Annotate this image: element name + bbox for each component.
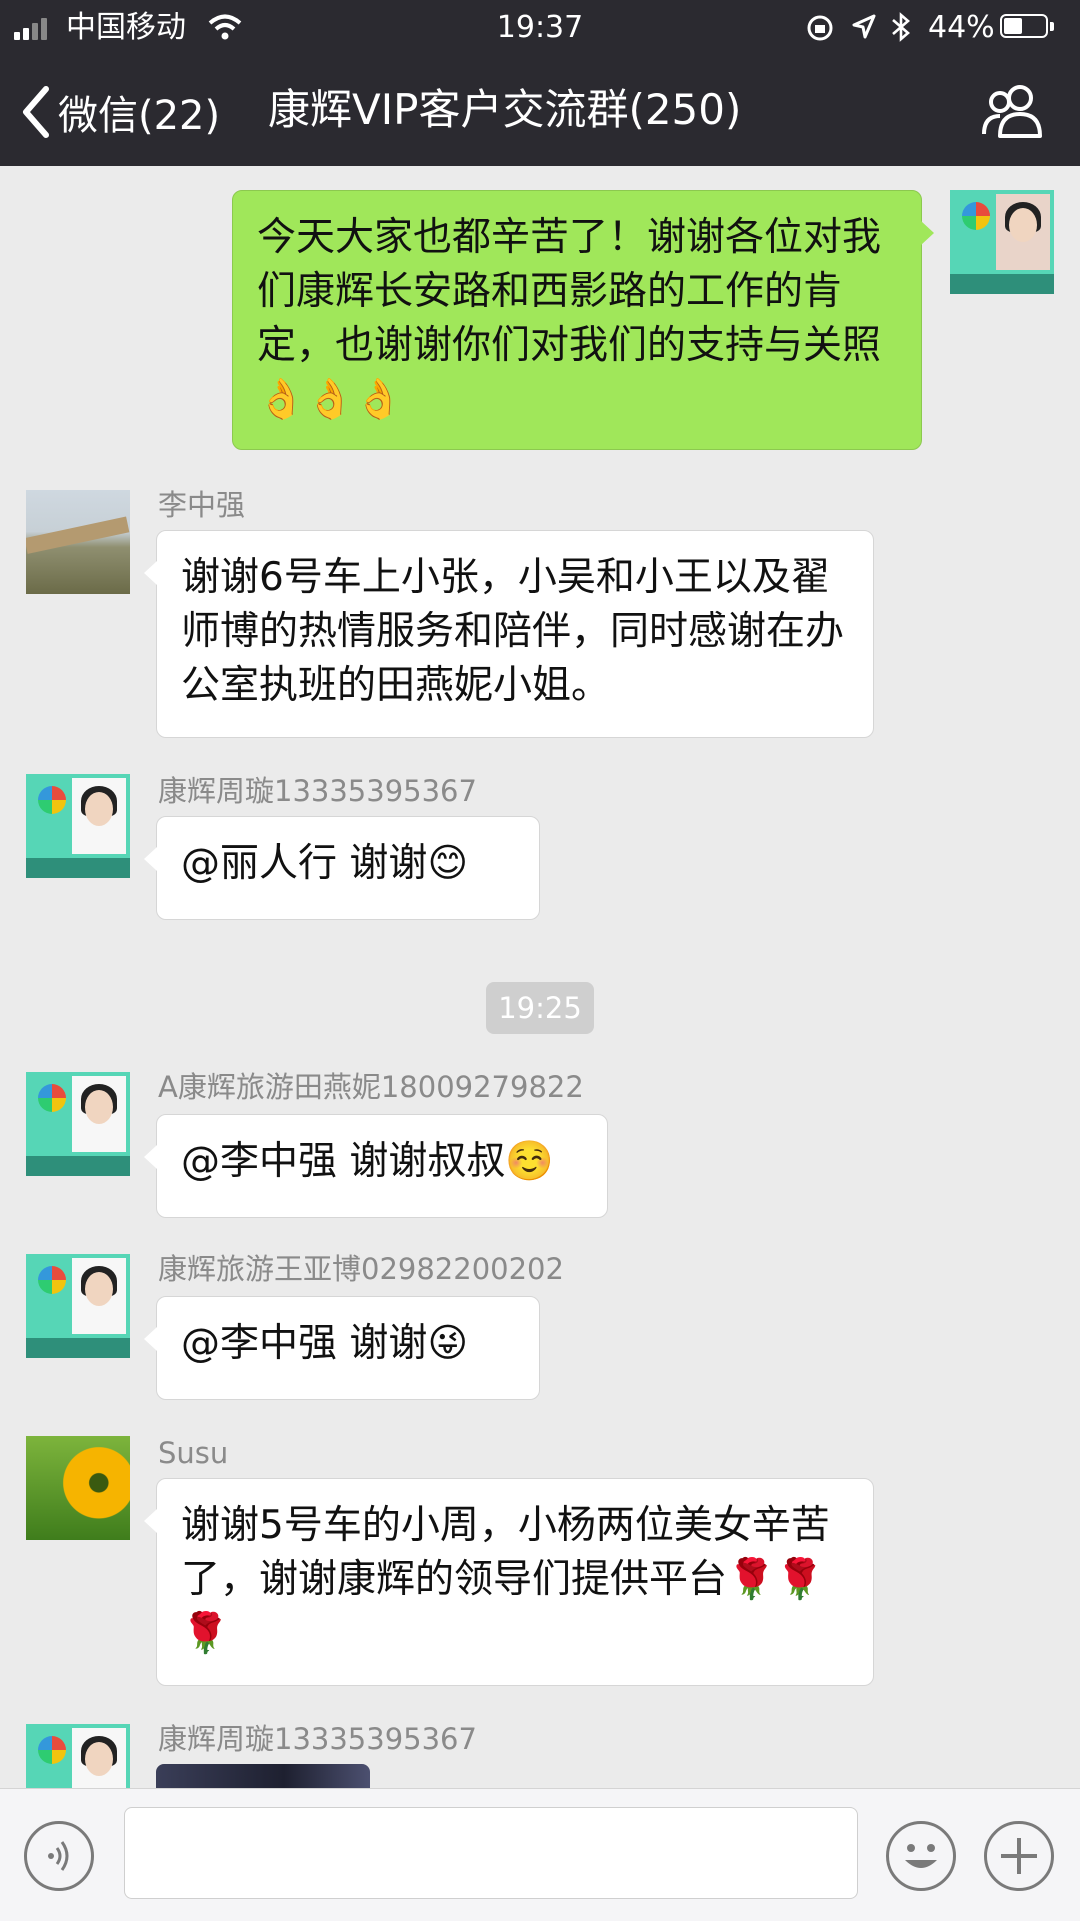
more-button[interactable] <box>984 1821 1054 1891</box>
bluetooth-icon <box>892 12 910 42</box>
back-label: 微信(22) <box>58 93 221 139</box>
page-title: 康辉VIP客户交流群(250) <box>268 85 742 134</box>
emoji-button[interactable] <box>886 1821 956 1891</box>
group-members-button[interactable] <box>980 82 1044 142</box>
message-text: @丽人行 谢谢😊 <box>181 841 469 886</box>
timestamp: 19:25 <box>486 982 594 1034</box>
avatar-tian-yanni[interactable] <box>26 1072 130 1176</box>
location-icon <box>852 14 876 39</box>
avatar-zhou-xuan[interactable] <box>26 1724 130 1788</box>
message-text: 谢谢5号车的小周，小杨两位美女辛苦了，谢谢康辉的领导们提供平台🌹🌹🌹 <box>181 1503 830 1656</box>
message-bubble-incoming[interactable]: @李中强 谢谢😜 <box>144 1296 540 1400</box>
voice-icon <box>48 1841 69 1871</box>
message-text: @李中强 谢谢叔叔☺️ <box>181 1139 554 1184</box>
message-text: 谢谢6号车上小张，小吴和小王以及翟师博的热情服务和陪伴，同时感谢在办公室执班的田… <box>181 555 845 708</box>
sender-name: Susu <box>158 1436 229 1470</box>
sender-name: A康辉旅游田燕妮18009279822 <box>158 1070 584 1104</box>
avatar-susu[interactable] <box>26 1436 130 1540</box>
nav-bar: 微信(22) 康辉VIP客户交流群(250) <box>0 56 1080 166</box>
message-bubble-incoming[interactable]: @李中强 谢谢叔叔☺️ <box>144 1114 608 1218</box>
plus-icon <box>1001 1838 1037 1874</box>
avatar-self[interactable] <box>950 190 1054 294</box>
clock: 19:37 <box>496 10 584 45</box>
sender-name: 康辉周璇13335395367 <box>158 774 477 808</box>
message-bubble-outgoing[interactable]: 今天大家也都辛苦了！谢谢各位对我们康辉长安路和西影路的工作的肯定，也谢谢你们对我… <box>232 190 934 450</box>
voice-button[interactable] <box>24 1821 94 1891</box>
rotation-lock-icon <box>807 15 833 41</box>
chevron-left-icon <box>23 86 49 138</box>
back-button[interactable]: 微信(22) <box>20 80 220 144</box>
avatar-wang-yabo[interactable] <box>26 1254 130 1358</box>
status-bar: 中国移动 19:37 44% <box>0 0 1080 56</box>
message-bubble-incoming[interactable]: 谢谢5号车的小周，小杨两位美女辛苦了，谢谢康辉的领导们提供平台🌹🌹🌹 <box>144 1478 874 1686</box>
message-text: 今天大家也都辛苦了！谢谢各位对我们康辉长安路和西影路的工作的肯定，也谢谢你们对我… <box>257 215 882 422</box>
emoji-icon <box>905 1844 937 1868</box>
group-members-icon <box>982 85 1042 138</box>
message-bubble-incoming[interactable]: @丽人行 谢谢😊 <box>144 816 540 920</box>
battery-percent: 44% <box>928 10 995 45</box>
sender-name: 康辉周璇13335395367 <box>158 1722 477 1756</box>
sender-name: 康辉旅游王亚博02982200202 <box>158 1252 564 1286</box>
input-bar <box>0 1788 1080 1921</box>
message-text: @李中强 谢谢😜 <box>181 1321 469 1366</box>
message-bubble-incoming[interactable]: 谢谢6号车上小张，小吴和小王以及翟师博的热情服务和陪伴，同时感谢在办公室执班的田… <box>144 530 874 738</box>
sender-name: 李中强 <box>158 488 246 522</box>
image-message-thumbnail[interactable] <box>156 1764 370 1788</box>
message-input[interactable] <box>124 1807 858 1899</box>
battery-icon <box>1000 14 1054 40</box>
avatar-li-zhongqiang[interactable] <box>26 490 130 594</box>
avatar-zhou-xuan[interactable] <box>26 774 130 878</box>
